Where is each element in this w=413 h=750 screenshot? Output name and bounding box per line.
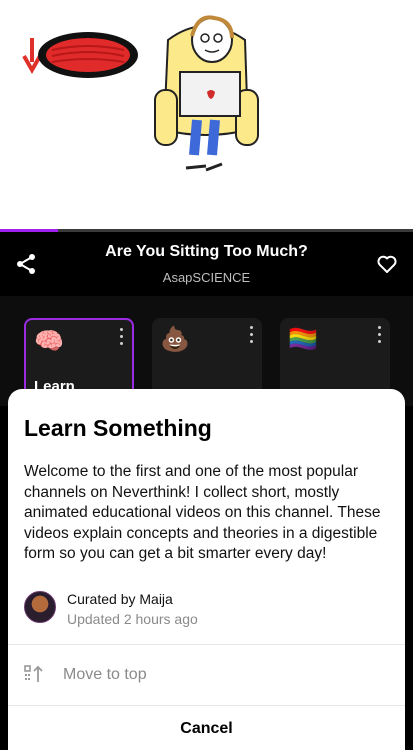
rainbow-flag-emoji-icon: 🏳️‍🌈 xyxy=(288,326,318,353)
heart-icon[interactable] xyxy=(375,252,399,276)
video-title: Are You Sitting Too Much? xyxy=(105,243,308,260)
curator-info: Curated by Maija Updated 2 hours ago xyxy=(24,591,384,627)
cancel-button[interactable]: Cancel xyxy=(8,706,405,750)
video-frame-illustration xyxy=(22,15,259,172)
more-vertical-icon[interactable] xyxy=(120,328,124,346)
move-to-top-icon xyxy=(24,664,44,684)
brain-emoji-icon: 🧠 xyxy=(34,328,64,355)
cancel-label: Cancel xyxy=(180,720,233,737)
move-to-top-label: Move to top xyxy=(63,666,147,683)
updated-time-text: Updated 2 hours ago xyxy=(67,611,198,627)
more-vertical-icon[interactable] xyxy=(378,326,382,344)
poop-emoji-icon: 💩 xyxy=(160,326,190,353)
move-to-top-button[interactable]: Move to top xyxy=(8,645,405,705)
sheet-title: Learn Something xyxy=(24,415,212,441)
video-player[interactable] xyxy=(0,0,413,231)
curated-by-text: Curated by Maija xyxy=(67,591,173,607)
share-icon[interactable] xyxy=(14,252,38,276)
channel-description: Welcome to the first and one of the most… xyxy=(24,463,381,562)
curator-avatar xyxy=(24,591,56,623)
video-channel-name[interactable]: AsapSCIENCE xyxy=(60,270,353,285)
more-vertical-icon[interactable] xyxy=(250,326,254,344)
channel-details-sheet: Learn Something Welcome to the first and… xyxy=(8,389,405,750)
video-info-bar: Are You Sitting Too Much? AsapSCIENCE xyxy=(0,232,413,296)
